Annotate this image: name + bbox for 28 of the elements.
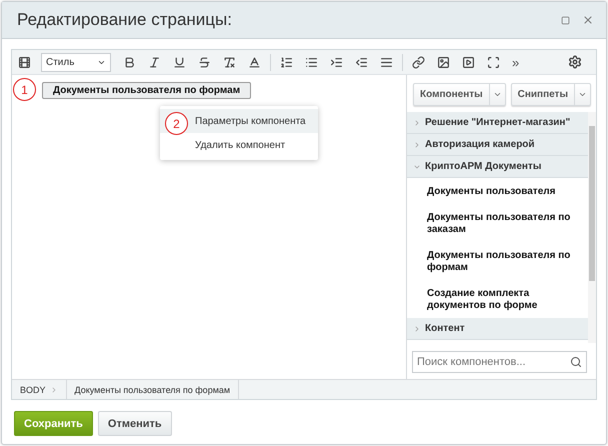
group-header[interactable]: Контент <box>407 318 588 340</box>
group-header[interactable]: КриптоАРМ Документы <box>407 156 588 178</box>
breadcrumb-item[interactable]: Документы пользователя по формам <box>66 380 240 399</box>
component-item[interactable]: Документы пользователя по формам <box>407 242 588 280</box>
tab-button[interactable]: Сниппеты <box>510 83 591 106</box>
caret-icon <box>413 140 421 148</box>
breadcrumb-item[interactable]: BODY <box>12 380 67 399</box>
component-label[interactable]: Документы пользователя по формам <box>42 82 252 99</box>
maximize-icon[interactable] <box>561 16 570 24</box>
window-title: Редактирование страницы: <box>17 10 233 30</box>
search-icon[interactable] <box>570 356 582 368</box>
menu-item[interactable]: Удалить компонент <box>160 133 318 157</box>
component-item[interactable]: Документы пользователя <box>407 178 588 204</box>
caret-icon <box>492 90 502 99</box>
more-button[interactable]: » <box>506 54 526 70</box>
component-item[interactable]: Документы пользователя по заказам <box>407 204 588 242</box>
close-icon[interactable] <box>582 14 594 26</box>
caret-icon <box>413 118 421 126</box>
tab-button[interactable]: Компоненты <box>413 83 506 106</box>
group-header[interactable]: Решение "Интернет-магазин" <box>407 112 588 134</box>
group-header[interactable]: Авторизация камерой <box>407 134 588 156</box>
search-field[interactable]: Поиск компонентов... <box>412 351 587 373</box>
caret-icon <box>578 90 587 99</box>
caret-icon <box>413 324 421 332</box>
cancel-button[interactable]: Отменить <box>98 411 172 436</box>
callout-marker: 1 <box>13 78 36 101</box>
style-select[interactable]: Стиль <box>41 52 111 72</box>
component-item[interactable]: Создание комплекта документов по форме <box>407 280 588 318</box>
